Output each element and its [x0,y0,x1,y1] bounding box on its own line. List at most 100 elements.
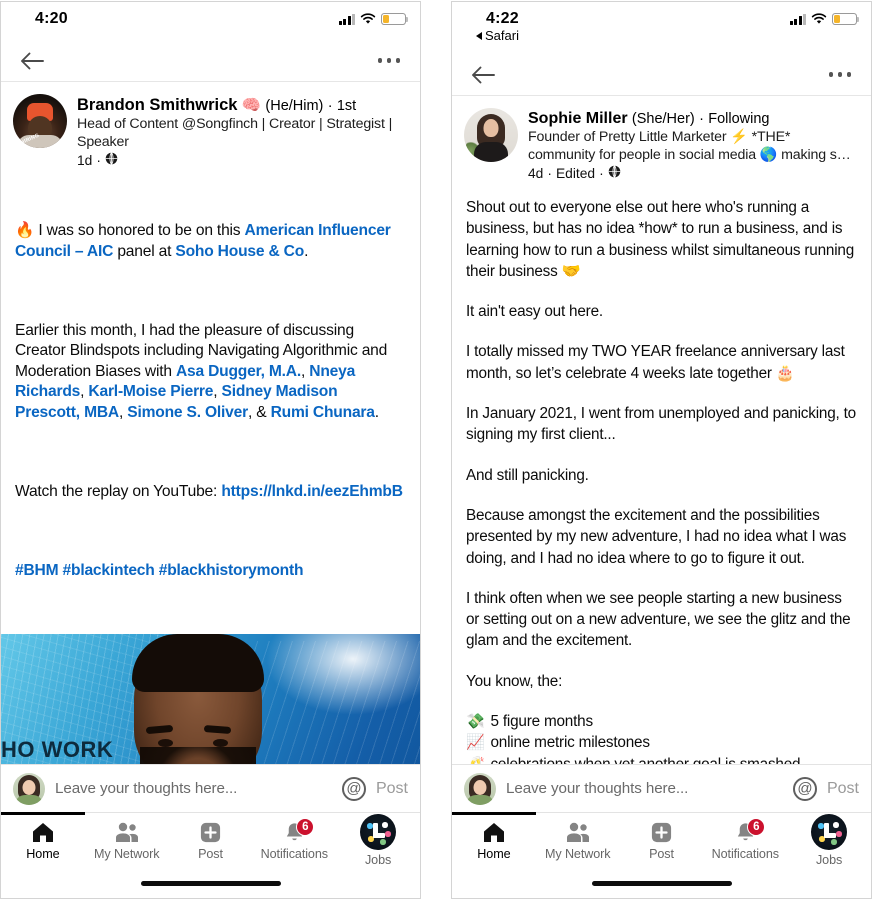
comment-input[interactable]: Leave your thoughts here... [506,780,783,797]
status-badge: 6 [747,818,766,836]
post-comment-button[interactable]: Post [827,780,859,798]
author-meta: Sophie Miller (She/Her) · Following Foun… [528,108,859,181]
post-paragraph: It ain't easy out here. [466,303,603,321]
post-paragraph: Earlier this month, I had the pleasure o… [15,321,406,424]
tab-notifications[interactable]: 6 Notifications [252,813,336,868]
status-indicators [338,13,409,25]
back-arrow-icon[interactable] [19,50,45,72]
meta-separator: · [699,111,704,127]
tab-label: Notifications [711,846,779,861]
list-item: 🥂 celebrations when yet another goal is s… [466,754,857,764]
right-status-bar: 4:22 Safari [452,2,871,54]
more-options-icon[interactable] [827,64,854,85]
speaker-eye-right [212,738,228,747]
tab-my-network[interactable]: My Network [536,813,620,868]
left-status-bar: 4:20 [1,2,420,40]
post-paragraph: Shout out to everyone else out here who'… [466,199,859,280]
current-user-avatar[interactable] [464,772,496,805]
media-grid-right [252,640,420,764]
tab-home[interactable]: Home [452,812,536,868]
post-comment-button[interactable]: Post [376,780,408,798]
post-text-body[interactable]: Shout out to everyone else out here who'… [452,183,871,764]
post-link[interactable]: Soho House & Co [175,243,304,260]
meta-separator: · [599,165,604,181]
left-comment-bar[interactable]: Leave your thoughts here... Post [1,764,420,812]
tab-notifications[interactable]: 6 Notifications [703,813,787,868]
post-paragraph: Watch the replay on YouTube: https://lnk… [15,482,406,503]
right-post-scroll[interactable]: Sophie Miller (She/Her) · Following Foun… [452,96,871,764]
author-name[interactable]: Sophie Miller [528,110,628,127]
post-link[interactable]: #BHM #blackintech #blackhistorymonth [15,562,303,579]
wifi-icon [811,13,827,25]
bullet-emoji-icon: 💸 [466,713,485,731]
tab-home[interactable]: Home [1,812,85,868]
tab-post[interactable]: Post [620,813,704,868]
post-link[interactable]: Simone S. Oliver [127,404,248,421]
tab-label: My Network [93,846,160,861]
right-tab-bar[interactable]: Home My Network Post 6 Notifications Job… [452,812,871,868]
post-hashtags: #BHM #blackintech #blackhistorymonth [15,561,406,582]
bullet-emoji-icon: 🥂 [466,754,485,764]
status-time: 4:20 [35,10,68,27]
post-link[interactable]: https://lnkd.in/eezEhmbB [221,483,403,500]
at-mention-icon[interactable] [341,776,366,801]
tab-label: Jobs [364,853,392,867]
post-paragraph: I totally missed my TWO YEAR freelance a… [466,343,849,382]
post-link[interactable]: Karl-Moise Pierre [88,383,213,400]
avatar[interactable]: #HIRING [10,91,70,151]
post-text: 🔥 I was so honored to be on this [15,222,245,240]
speaker-beard [139,746,256,764]
bullet-text: celebrations when yet another goal is sm… [490,754,800,764]
meta-separator: · [96,152,101,168]
home-icon [30,821,56,844]
back-arrow-icon[interactable] [470,64,496,86]
post-link[interactable]: Asa Dugger, M.A. [176,363,301,380]
author-name-line: Brandon Smithwrick 🧠 (He/Him) · 1st [77,95,408,116]
right-comment-bar[interactable]: Leave your thoughts here... Post [452,764,871,812]
author-headline: Founder of Pretty Little Marketer ⚡ *THE… [528,129,851,163]
connection-degree: 1st [336,98,357,114]
tab-label: Notifications [260,846,328,861]
post-link[interactable]: Rumi Chunara [271,404,375,421]
comment-input[interactable]: Leave your thoughts here... [55,780,332,797]
meta-separator: · [547,165,552,181]
post-media-video-still[interactable]: IND T HO WORK [1,634,420,764]
back-triangle-icon [476,31,482,40]
left-nav-bar [1,40,420,82]
post-timestamp-row: 4d · Edited · [528,165,859,181]
post-bullet-list: 💸 5 figure months 📈 online metric milestone… [466,711,857,764]
left-tab-bar[interactable]: Home My Network Post 6 Notifications Job… [1,812,420,868]
backdrop-text-1: HO WORK [1,737,114,763]
more-options-icon[interactable] [376,50,403,71]
author-avatar-image [464,108,518,162]
post-text-body[interactable]: 🔥 I was so honored to be on this America… [1,170,420,622]
home-icon [481,821,507,844]
tab-post[interactable]: Post [169,813,253,868]
post-time: 4d [528,165,544,181]
post-paragraph: And still panicking. [466,466,589,484]
left-phone-screen: 4:20 #HIRING Brandon Smithwrick 🧠 (He/Hi… [0,1,421,899]
author-name[interactable]: Brandon Smithwrick [77,96,237,114]
at-mention-icon[interactable] [792,776,817,801]
avatar[interactable] [464,108,518,162]
my-network-icon [565,821,591,844]
current-user-avatar[interactable] [13,772,45,805]
back-app-label: Safari [485,28,519,43]
tab-jobs[interactable]: Jobs [787,813,871,868]
battery-low-icon [381,13,409,25]
post-paragraph: Because amongst the excitement and the p… [466,506,851,567]
post-text: , [118,403,128,421]
post-author-header: #HIRING Brandon Smithwrick 🧠 (He/Him) · … [1,82,420,170]
tab-label: Home [477,846,511,861]
screenshot-stage: 4:20 #HIRING Brandon Smithwrick 🧠 (He/Hi… [0,0,873,900]
tab-label: Post [649,846,674,861]
left-post-scroll[interactable]: #HIRING Brandon Smithwrick 🧠 (He/Him) · … [1,82,420,764]
tab-jobs[interactable]: Jobs [336,813,420,868]
tab-label: My Network [544,846,611,861]
home-indicator [1,868,420,898]
author-meta: Brandon Smithwrick 🧠 (He/Him) · 1st Head… [77,94,408,168]
tab-my-network[interactable]: My Network [85,813,169,868]
cellular-signal-icon [789,13,806,25]
back-to-app-link[interactable]: Safari [476,28,519,43]
post-paragraph: 🔥 I was so honored to be on this America… [15,221,406,262]
